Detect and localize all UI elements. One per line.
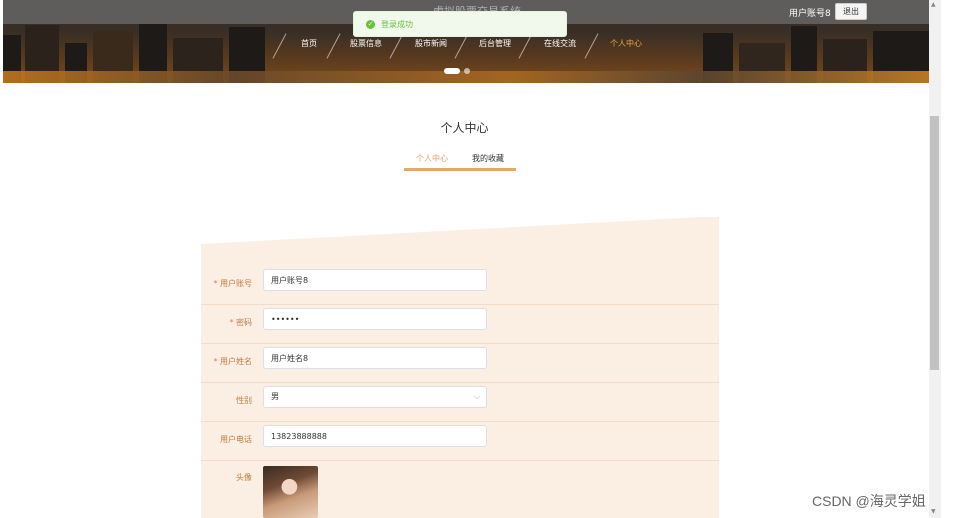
page-scrollbar[interactable]: ▲ ▼ xyxy=(929,0,941,518)
gender-value: 男 xyxy=(271,392,279,401)
form-row-account: * 用户账号 xyxy=(201,266,719,305)
tab-personal-center[interactable]: 个人中心 xyxy=(416,153,448,164)
account-label: 用户账号 xyxy=(220,279,252,288)
form-row-name: * 用户姓名 xyxy=(201,344,719,383)
name-label: 用户姓名 xyxy=(220,357,252,366)
form-row-gender: 性别 男 ⌵ xyxy=(201,383,719,422)
name-input[interactable] xyxy=(263,347,487,369)
password-label: 密码 xyxy=(236,318,252,327)
check-circle-icon: ✓ xyxy=(366,20,375,29)
scroll-up-icon[interactable]: ▲ xyxy=(931,1,936,8)
toast-message: 登录成功 xyxy=(381,20,413,29)
page: 虚拟股票交易系统 用户账号8 退出 首页 股票信息 股市新闻 后台管理 在线交流… xyxy=(0,0,964,518)
form-row-phone: 用户电话 xyxy=(201,422,719,461)
nav-item-personal-center[interactable]: 个人中心 xyxy=(610,38,642,49)
carousel-dot-active[interactable] xyxy=(444,68,460,74)
success-toast: ✓ 登录成功 xyxy=(353,11,567,37)
password-input[interactable] xyxy=(263,308,487,330)
nav-item-stock-news[interactable]: 股市新闻 xyxy=(415,38,447,49)
required-mark: * xyxy=(213,279,218,288)
phone-label: 用户电话 xyxy=(220,435,252,444)
main-nav: 首页 股票信息 股市新闻 后台管理 在线交流 个人中心 xyxy=(3,33,929,59)
avatar-label: 头像 xyxy=(236,473,252,482)
nav-item-chat[interactable]: 在线交流 xyxy=(544,38,576,49)
chevron-down-icon: ⌵ xyxy=(473,392,480,401)
nav-item-admin[interactable]: 后台管理 xyxy=(479,38,511,49)
watermark: CSDN @海灵学姐 xyxy=(812,493,926,509)
phone-input[interactable] xyxy=(263,425,487,447)
page-title: 个人中心 xyxy=(440,121,489,135)
required-mark: * xyxy=(213,357,218,366)
tab-my-favorites[interactable]: 我的收藏 xyxy=(472,153,504,164)
avatar-image[interactable] xyxy=(263,466,318,518)
current-user-account: 用户账号8 xyxy=(789,9,831,19)
carousel-dot[interactable] xyxy=(464,68,470,74)
logout-button[interactable]: 退出 xyxy=(835,3,867,20)
gender-label: 性别 xyxy=(236,396,252,405)
required-mark: * xyxy=(229,318,234,327)
tab-underline xyxy=(404,168,516,171)
form-row-password: * 密码 xyxy=(201,305,719,344)
scroll-thumb[interactable] xyxy=(930,116,939,370)
carousel-indicators xyxy=(444,67,484,75)
scroll-down-icon[interactable]: ▼ xyxy=(931,508,936,515)
nav-item-stock-info[interactable]: 股票信息 xyxy=(350,38,382,49)
account-input[interactable] xyxy=(263,269,487,291)
gender-select[interactable]: 男 ⌵ xyxy=(263,386,487,408)
nav-item-home[interactable]: 首页 xyxy=(301,38,317,49)
